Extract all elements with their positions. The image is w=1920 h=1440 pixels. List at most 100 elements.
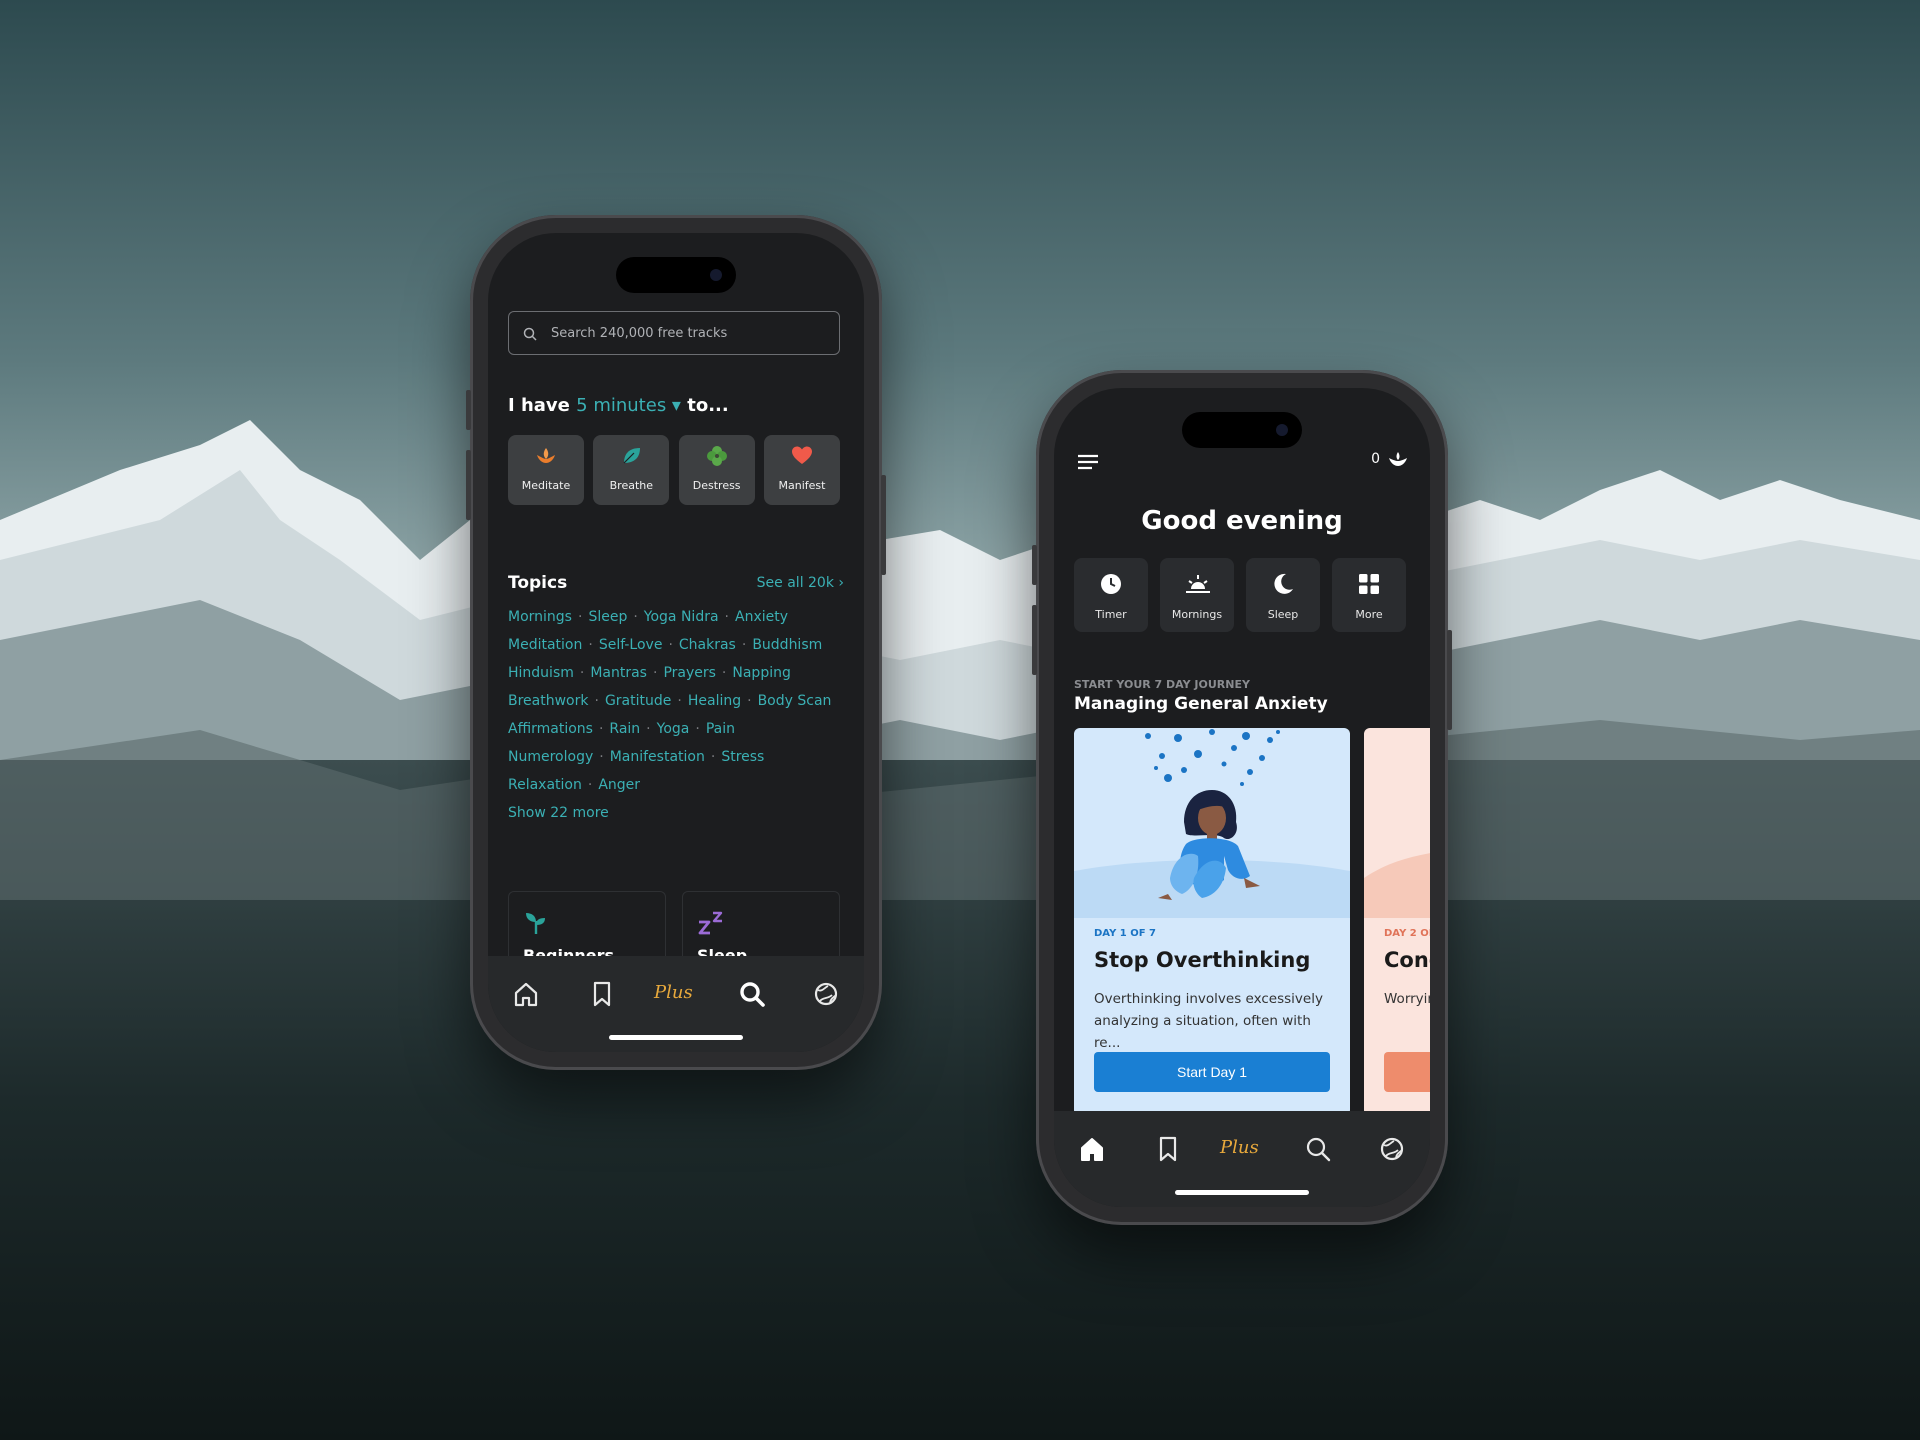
card-title: Conquer Worry (1384, 948, 1430, 972)
topic-link[interactable]: Napping (732, 665, 790, 681)
dynamic-island (1182, 412, 1302, 448)
topic-link[interactable]: Pain (706, 721, 735, 737)
topic-row: Breathwork · Gratitude · Healing · Body Scan (508, 693, 832, 709)
screen-b: 0 Good evening Timer Mornings Sleep More… (1054, 388, 1430, 1207)
topic-link[interactable]: Gratitude (605, 693, 671, 709)
phone-search-screen: Search 240,000 free tracks I have 5 minu… (466, 215, 886, 1070)
card-day-label: DAY 1 OF 7 (1094, 928, 1157, 939)
quick-action-sleep[interactable]: Sleep (1246, 558, 1320, 632)
heart-icon (791, 446, 812, 464)
search-input[interactable]: Search 240,000 free tracks (508, 311, 840, 355)
topic-link[interactable]: Numerology (508, 749, 593, 765)
topic-link[interactable]: Meditation (508, 637, 582, 653)
journey-card-day-2[interactable]: DAY 2 OF 7 Conquer Worry Worrying is a c… (1364, 728, 1430, 1116)
plus-tab[interactable]: Plus (1220, 1137, 1268, 1169)
journey-card-day-1[interactable]: DAY 1 OF 7 Stop Overthinking Overthinkin… (1074, 728, 1350, 1116)
card-description: Worrying is a common... (1384, 991, 1430, 1007)
topic-link[interactable]: Relaxation (508, 777, 582, 793)
quick-action-label: Destress (692, 479, 741, 492)
prompt-prefix: I have (508, 395, 570, 416)
bookmark-icon[interactable] (586, 978, 618, 1010)
start-day-2-button[interactable] (1384, 1052, 1430, 1092)
topic-row: Numerology · Manifestation · Stress (508, 749, 765, 765)
topic-link[interactable]: Self-Love (599, 637, 663, 653)
topic-row: Meditation · Self-Love · Chakras · Buddhism (508, 637, 823, 653)
topic-link[interactable]: Mornings (508, 609, 572, 625)
clover-icon (706, 446, 727, 466)
topic-link[interactable]: Buddhism (752, 637, 822, 653)
topic-link[interactable]: Healing (688, 693, 741, 709)
phone-home-screen: 0 Good evening Timer Mornings Sleep More… (1032, 370, 1452, 1225)
prompt-suffix: to... (687, 395, 729, 416)
topic-link[interactable]: Breathwork (508, 693, 589, 709)
quick-action-more[interactable]: More (1332, 558, 1406, 632)
topic-link[interactable]: Prayers (663, 665, 715, 681)
card-description: Overthinking involves excessively analyz… (1094, 991, 1323, 1051)
points-value: 0 (1371, 451, 1380, 467)
home-indicator (609, 1035, 743, 1040)
topic-link[interactable]: Rain (609, 721, 640, 737)
quick-action-label: Breathe (609, 479, 654, 492)
day-2-illustration (1364, 853, 1430, 918)
overthinking-illustration (1074, 729, 1350, 918)
quick-action-mornings[interactable]: Mornings (1160, 558, 1234, 632)
duration-selector[interactable]: 5 minutes ▾ (576, 395, 681, 416)
topics-list: Mornings · Sleep · Yoga Nidra · Anxiety Medita… (508, 609, 848, 821)
search-tab-icon[interactable] (1302, 1133, 1334, 1165)
lotus-points-icon (1389, 452, 1407, 466)
home-icon[interactable] (1076, 1133, 1108, 1165)
leaf-icon (623, 448, 641, 464)
home-indicator (1175, 1190, 1309, 1195)
start-day-button[interactable]: Start Day 1 (1094, 1052, 1330, 1092)
quick-action-row: Meditate Breathe Destress Manifest (508, 435, 840, 505)
quick-action-destress[interactable]: Destress (678, 435, 755, 505)
explore-icon[interactable] (810, 978, 842, 1010)
card-title: Stop Overthinking (1094, 948, 1311, 972)
topics-heading: Topics (508, 573, 568, 593)
topic-link[interactable]: Anxiety (735, 609, 788, 625)
greeting-title: Good evening (1141, 506, 1343, 536)
show-more-topics-link[interactable]: Show 22 more (508, 805, 848, 821)
screen-a: Search 240,000 free tracks I have 5 minu… (488, 233, 864, 1052)
quick-action-label: Manifest (778, 479, 826, 492)
search-placeholder: Search 240,000 free tracks (551, 326, 728, 341)
topic-row: Mornings · Sleep · Yoga Nidra · Anxiety (508, 609, 789, 625)
topic-link[interactable]: Mantras (590, 665, 647, 681)
topic-row: Hinduism · Mantras · Prayers · Napping (508, 665, 791, 681)
menu-icon[interactable] (1076, 452, 1100, 472)
home-icon[interactable] (510, 978, 542, 1010)
topic-link[interactable]: Sleep (588, 609, 627, 625)
card-day-label: DAY 2 OF 7 (1384, 928, 1430, 939)
sprout-icon (526, 913, 545, 934)
quick-action-timer[interactable]: Timer (1074, 558, 1148, 632)
mountain-background (0, 0, 1920, 1440)
topic-link[interactable]: Body Scan (758, 693, 832, 709)
points-counter[interactable]: 0 (1371, 450, 1408, 468)
quick-action-label: Meditate (521, 479, 571, 492)
moon-icon (1274, 573, 1293, 594)
topic-link[interactable]: Affirmations (508, 721, 593, 737)
see-all-topics-link[interactable]: See all 20k › (757, 575, 844, 591)
quick-action-breathe[interactable]: Breathe (593, 435, 670, 505)
topic-link[interactable]: Anger (598, 777, 640, 793)
sunrise-icon (1186, 575, 1210, 593)
journey-title: Managing General Anxiety (1074, 694, 1328, 714)
topic-link[interactable]: Chakras (679, 637, 736, 653)
dynamic-island (616, 257, 736, 293)
quick-action-manifest[interactable]: Manifest (763, 435, 840, 505)
topic-link[interactable]: Yoga (657, 721, 690, 737)
search-tab-icon[interactable] (736, 978, 768, 1010)
lotus-icon (537, 448, 555, 463)
bookmark-icon[interactable] (1152, 1133, 1184, 1165)
topic-link[interactable]: Manifestation (610, 749, 705, 765)
explore-icon[interactable] (1376, 1133, 1408, 1165)
quick-action-label: Sleep (1267, 608, 1299, 621)
clock-icon (1101, 574, 1121, 594)
quick-action-meditate[interactable]: Meditate (508, 435, 584, 505)
topic-link[interactable]: Stress (721, 749, 764, 765)
topic-link[interactable]: Yoga Nidra (644, 609, 719, 625)
topic-link[interactable]: Hinduism (508, 665, 574, 681)
grid-icon (1359, 574, 1379, 594)
plus-tab[interactable]: Plus (654, 982, 702, 1014)
search-icon (523, 327, 537, 341)
